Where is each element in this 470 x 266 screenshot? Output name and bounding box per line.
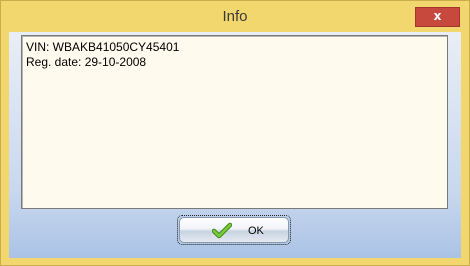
ok-button-label: OK (248, 225, 264, 237)
dialog-title: Info (222, 8, 248, 25)
info-dialog: Info x VIN: WBAKB41050CY45401 Reg. date:… (0, 0, 470, 266)
dialog-body: VIN: WBAKB41050CY45401 Reg. date: 29-10-… (9, 32, 461, 258)
close-button[interactable]: x (415, 7, 460, 27)
reg-date-line: Reg. date: 29-10-2008 (26, 55, 147, 69)
ok-button-face: OK (179, 217, 289, 243)
checkmark-icon (212, 222, 232, 239)
ok-button[interactable]: OK (177, 215, 291, 245)
title-bar[interactable]: Info x (1, 1, 469, 33)
info-text-area[interactable]: VIN: WBAKB41050CY45401 Reg. date: 29-10-… (21, 35, 448, 209)
vin-line: VIN: WBAKB41050CY45401 (26, 40, 180, 54)
